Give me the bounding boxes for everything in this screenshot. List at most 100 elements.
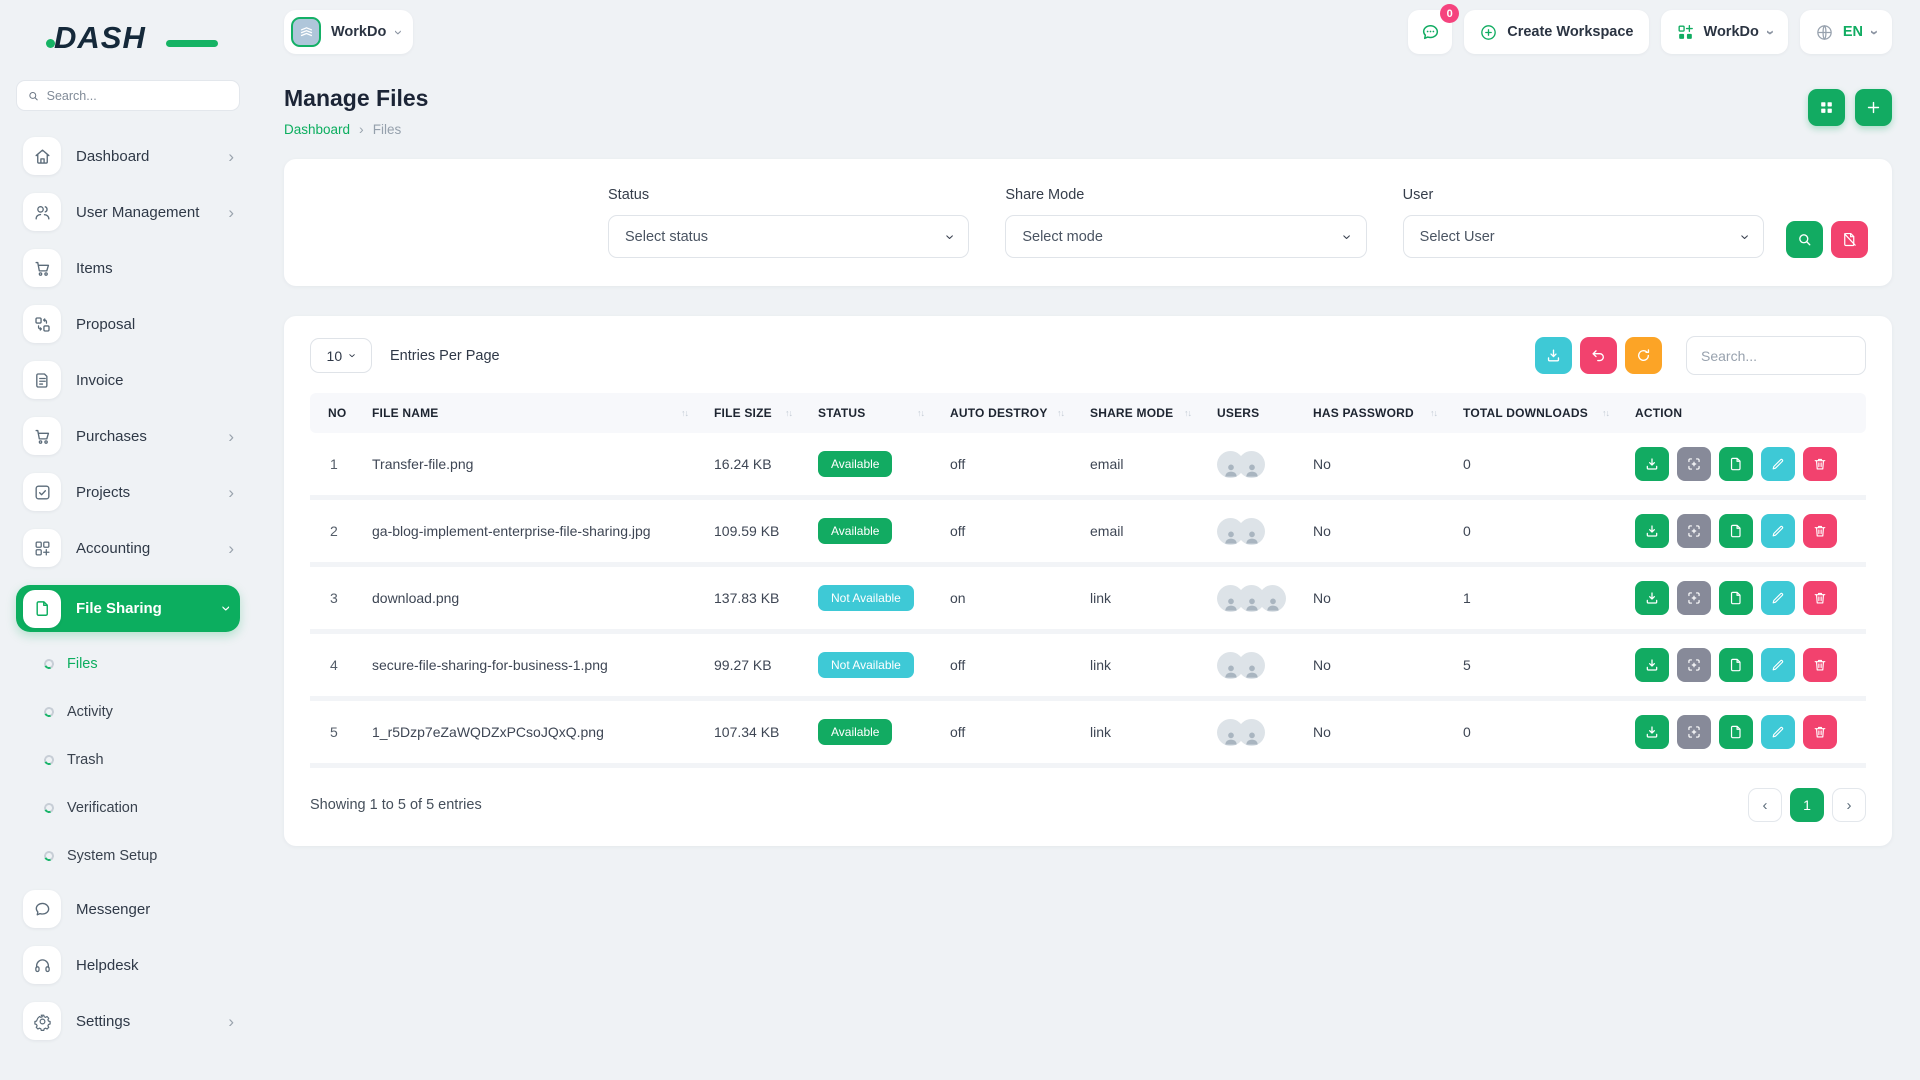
cell-share-mode: link: [1080, 632, 1207, 699]
table-row: 2 ga-blog-implement-enterprise-file-shar…: [310, 498, 1866, 565]
sidebar-search[interactable]: [16, 80, 240, 111]
sidebar-item-accounting[interactable]: Accounting ›: [16, 529, 240, 567]
edit-button[interactable]: [1761, 581, 1795, 615]
file-detail-button[interactable]: [1719, 514, 1753, 548]
download-button[interactable]: [1635, 715, 1669, 749]
cell-file-size: 107.34 KB: [704, 699, 808, 766]
pencil-icon: [1770, 456, 1786, 472]
edit-button[interactable]: [1761, 514, 1795, 548]
sort-icon: ↑↓: [1057, 408, 1064, 418]
download-button[interactable]: [1635, 648, 1669, 682]
delete-button[interactable]: [1803, 447, 1837, 481]
create-workspace-button[interactable]: Create Workspace: [1464, 10, 1648, 54]
delete-button[interactable]: [1803, 715, 1837, 749]
file-detail-button[interactable]: [1719, 715, 1753, 749]
sidebar-subitem-files[interactable]: Files: [16, 650, 240, 678]
col-file-name[interactable]: FILE NAME↑↓: [362, 393, 704, 433]
sidebar-item-file-sharing[interactable]: File Sharing ›: [16, 585, 240, 632]
scan-preview-button[interactable]: [1677, 514, 1711, 548]
refresh-button[interactable]: [1625, 337, 1662, 374]
grid-icon: [1818, 99, 1835, 116]
sidebar-item-proposal[interactable]: Proposal: [16, 305, 240, 343]
delete-button[interactable]: [1803, 648, 1837, 682]
cell-auto-destroy: off: [940, 632, 1080, 699]
sidebar-subitem-activity[interactable]: Activity: [16, 698, 240, 726]
messages-button[interactable]: 0: [1408, 10, 1452, 54]
chevron-down-icon: ›: [1866, 30, 1883, 35]
page-size-select[interactable]: 10 ›: [310, 338, 372, 373]
sidebar-item-purchases[interactable]: Purchases ›: [16, 417, 240, 455]
sidebar-item-projects[interactable]: Projects ›: [16, 473, 240, 511]
col-total-downloads[interactable]: TOTAL DOWNLOADS↑↓: [1453, 393, 1625, 433]
undo-button[interactable]: [1580, 337, 1617, 374]
file-detail-button[interactable]: [1719, 648, 1753, 682]
sidebar-item-dashboard[interactable]: Dashboard ›: [16, 137, 240, 175]
col-no: NO: [310, 393, 362, 433]
col-file-size[interactable]: FILE SIZE↑↓: [704, 393, 808, 433]
apply-filter-button[interactable]: [1786, 221, 1823, 258]
row-actions: [1635, 447, 1856, 481]
ring-icon: [43, 850, 56, 863]
clear-filter-button[interactable]: [1831, 221, 1868, 258]
col-status[interactable]: STATUS↑↓: [808, 393, 940, 433]
grid-view-button[interactable]: [1808, 89, 1845, 126]
file-icon: [1728, 456, 1744, 472]
chevron-down-icon: ›: [1762, 30, 1779, 35]
scan-preview-button[interactable]: [1677, 581, 1711, 615]
file-detail-button[interactable]: [1719, 581, 1753, 615]
status-select[interactable]: Select status ›: [608, 215, 969, 258]
col-auto-destroy[interactable]: AUTO DESTROY↑↓: [940, 393, 1080, 433]
sidebar-item-invoice[interactable]: Invoice: [16, 361, 240, 399]
edit-button[interactable]: [1761, 648, 1795, 682]
edit-button[interactable]: [1761, 715, 1795, 749]
page-actions: [1808, 89, 1892, 126]
sidebar-item-settings[interactable]: Settings ›: [16, 1002, 240, 1040]
edit-button[interactable]: [1761, 447, 1795, 481]
col-share-mode[interactable]: SHARE MODE↑↓: [1080, 393, 1207, 433]
prev-page-button[interactable]: ‹: [1748, 788, 1782, 822]
sidebar-search-input[interactable]: [47, 89, 229, 103]
workspace-menu-button[interactable]: WorkDo ›: [1661, 10, 1788, 54]
sidebar-item-label: Proposal: [76, 316, 135, 333]
download-button[interactable]: [1635, 514, 1669, 548]
logo-dot-decor: [46, 39, 55, 48]
download-button[interactable]: [1635, 581, 1669, 615]
workspace-switcher[interactable]: WorkDo ›: [284, 10, 413, 54]
sidebar-subitem-verification[interactable]: Verification: [16, 794, 240, 822]
file-icon: [1728, 523, 1744, 539]
logo-text: DASH: [54, 20, 146, 55]
sidebar-item-user-management[interactable]: User Management ›: [16, 193, 240, 231]
workspace-avatar-icon: [291, 17, 321, 47]
file-detail-button[interactable]: [1719, 447, 1753, 481]
table-search-input[interactable]: [1686, 336, 1866, 375]
scan-preview-button[interactable]: [1677, 648, 1711, 682]
cell-has-password: No: [1303, 632, 1453, 699]
language-selector[interactable]: EN ›: [1800, 10, 1892, 54]
cell-has-password: No: [1303, 498, 1453, 565]
sidebar-subitem-system-setup[interactable]: System Setup: [16, 842, 240, 870]
page-1-button[interactable]: 1: [1790, 788, 1824, 822]
cell-auto-destroy: on: [940, 565, 1080, 632]
sidebar-subitem-trash[interactable]: Trash: [16, 746, 240, 774]
next-page-button[interactable]: ›: [1832, 788, 1866, 822]
user-select[interactable]: Select User ›: [1403, 215, 1764, 258]
sidebar-item-messenger[interactable]: Messenger: [16, 890, 240, 928]
filter-panel: Status Select status › Share Mode Select…: [284, 159, 1892, 286]
download-button[interactable]: [1635, 447, 1669, 481]
breadcrumb-dashboard-link[interactable]: Dashboard: [284, 122, 350, 137]
cell-file-size: 99.27 KB: [704, 632, 808, 699]
scan-preview-button[interactable]: [1677, 447, 1711, 481]
sidebar-item-helpdesk[interactable]: Helpdesk: [16, 946, 240, 984]
col-has-password[interactable]: HAS PASSWORD↑↓: [1303, 393, 1453, 433]
brand-logo[interactable]: DASH: [54, 20, 204, 64]
add-file-button[interactable]: [1855, 89, 1892, 126]
export-download-button[interactable]: [1535, 337, 1572, 374]
scan-preview-button[interactable]: [1677, 715, 1711, 749]
delete-button[interactable]: [1803, 581, 1837, 615]
file-icon: [1728, 657, 1744, 673]
cell-auto-destroy: off: [940, 433, 1080, 498]
sidebar-item-items[interactable]: Items: [16, 249, 240, 287]
main-content: WorkDo › 0 Create Workspace WorkDo › EN …: [256, 0, 1920, 1080]
share-mode-select[interactable]: Select mode ›: [1005, 215, 1366, 258]
delete-button[interactable]: [1803, 514, 1837, 548]
